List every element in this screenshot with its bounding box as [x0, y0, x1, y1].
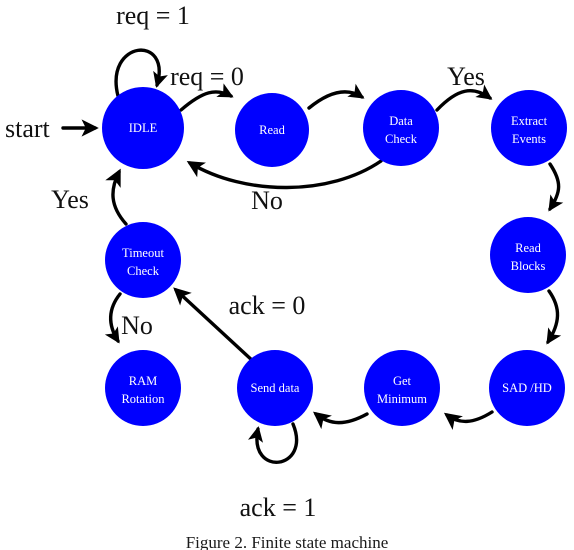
transition-send-data-self	[248, 422, 299, 464]
read-blocks-circle[interactable]	[490, 217, 566, 293]
transition-read-blocks-to-sad-hd	[546, 289, 562, 345]
transition-idle-to-read	[179, 83, 234, 112]
label-ack-0: ack = 0	[229, 291, 306, 320]
transition-timeout-check-to-idle	[105, 168, 128, 226]
finite-state-machine-diagram: IDLE Read Data Check Extract Events Read…	[5, 1, 567, 550]
extract-to-read-blocks-path	[548, 162, 564, 212]
send-data-circle[interactable]	[237, 350, 313, 426]
transition-extract-events-to-read-blocks	[548, 162, 564, 212]
transition-data-check-to-idle	[186, 159, 383, 190]
state-node-timeout-check[interactable]: Timeout Check	[105, 222, 181, 298]
timeout-check-circle[interactable]	[105, 222, 181, 298]
label-req-0: req = 0	[170, 62, 244, 91]
idle-to-read-path	[179, 83, 234, 112]
state-node-send-data[interactable]: Send data	[237, 350, 313, 426]
state-node-sad-hd[interactable]: SAD /HD	[489, 350, 565, 426]
label-ack-1: ack = 1	[240, 493, 317, 522]
get-minimum-to-send-data-path	[313, 411, 369, 430]
idle-circle[interactable]	[102, 87, 184, 169]
label-yes-top: Yes	[447, 62, 485, 91]
ram-rotation-circle[interactable]	[105, 350, 181, 426]
start-label: start	[5, 114, 51, 143]
state-node-data-check[interactable]: Data Check	[363, 90, 439, 166]
state-node-idle[interactable]: IDLE	[102, 87, 184, 169]
label-req-1: req = 1	[116, 1, 190, 30]
transition-read-to-data-check	[307, 83, 365, 110]
state-node-get-minimum[interactable]: Get Minimum	[364, 350, 440, 426]
transition-data-check-to-extract-events	[435, 84, 493, 112]
data-check-to-idle-path	[186, 159, 383, 190]
label-no-mid: No	[251, 186, 283, 215]
figure-container: IDLE Read Data Check Extract Events Read…	[0, 0, 574, 550]
send-data-self-loop-path	[248, 422, 299, 464]
state-node-read[interactable]: Read	[235, 93, 309, 167]
transition-sad-hd-to-get-minimum	[443, 410, 494, 430]
label-no-left: No	[121, 311, 153, 340]
state-node-extract-events[interactable]: Extract Events	[491, 90, 567, 166]
transition-get-minimum-to-send-data	[313, 411, 369, 430]
timeout-to-idle-path	[105, 168, 128, 226]
read-circle[interactable]	[235, 93, 309, 167]
get-minimum-circle[interactable]	[364, 350, 440, 426]
sad-hd-circle[interactable]	[489, 350, 565, 426]
read-to-data-check-path	[307, 83, 365, 110]
figure-caption: Figure 2. Finite state machine	[186, 533, 389, 550]
sad-to-get-minimum-path	[443, 410, 494, 430]
extract-events-circle[interactable]	[491, 90, 567, 166]
state-node-read-blocks[interactable]: Read Blocks	[490, 217, 566, 293]
data-check-to-extract-path	[435, 84, 493, 112]
read-blocks-to-sad-path	[546, 289, 562, 345]
timeout-to-ram-path	[104, 292, 122, 344]
label-yes-left: Yes	[51, 185, 89, 214]
data-check-circle[interactable]	[363, 90, 439, 166]
transition-timeout-check-to-ram-rotation	[104, 292, 122, 344]
state-node-ram-rotation[interactable]: RAM Rotation	[105, 350, 181, 426]
